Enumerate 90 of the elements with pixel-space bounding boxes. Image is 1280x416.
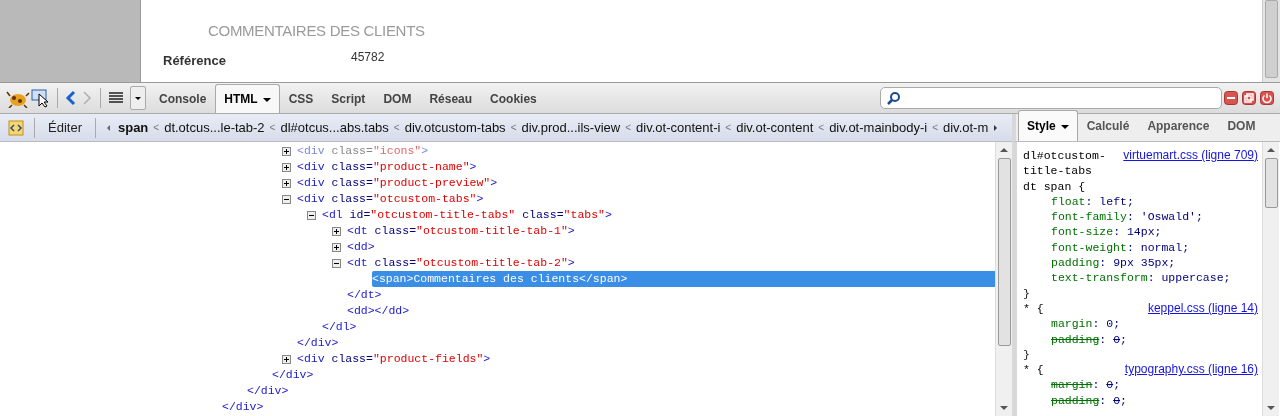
breadcrumb-item[interactable]: span [115,117,151,138]
side-panel-tab[interactable]: DOM [1218,110,1265,141]
page-scrollbar[interactable] [1262,0,1280,82]
source-link[interactable]: typography.css (ligne 16) [1124,362,1262,378]
expand-toggle[interactable] [282,146,291,156]
closing-tag: </dl> [322,319,361,335]
scroll-thumb[interactable] [1265,0,1278,78]
markup-line[interactable]: <div class="product-name"> [297,159,481,175]
css-selector: * { [1023,362,1045,378]
breadcrumb-separator: < [509,121,518,135]
markup-line[interactable]: <dt class="otcustom-title-tab-2"> [347,255,579,271]
css-property: font-family: 'Oswald'; [1050,209,1204,225]
panel-tab[interactable]: DOM [374,84,421,113]
closing-tag: </dt> [347,287,386,303]
css-property: float: left; [1050,193,1135,210]
css-property: padding: 9px 35px; [1050,255,1177,271]
source-link[interactable]: keppel.css (ligne 14) [1147,300,1262,317]
breadcrumb-item[interactable]: dt.otcus...le-tab-2 [162,117,267,138]
scroll-right-icon[interactable] [994,124,998,131]
scroll-thumb[interactable] [997,158,1011,346]
closing-tag: </div> [297,335,343,351]
side-panel-tab[interactable]: Style [1018,110,1078,141]
markup-line[interactable]: <dl id="otcustom-title-tabs" class="tabs"> [322,207,616,223]
restore-icon[interactable] [1242,91,1256,105]
expand-toggle[interactable] [282,354,291,364]
breadcrumb-separator: < [392,121,401,135]
closing-tag: </div> [247,383,293,399]
markup-line[interactable]: <div class="product-preview"> [297,175,502,191]
field-label: Référence [163,51,227,70]
minimize-icon[interactable] [1224,91,1238,105]
panel-tab[interactable]: Cookies [481,84,546,113]
markup-line[interactable]: <dd> [347,239,379,255]
css-property: margin: 0; [1050,377,1122,393]
collapse-toggle[interactable] [332,258,341,268]
css-property: font-size: 14px; [1050,224,1163,240]
search-field[interactable] [880,87,1222,109]
tree-scrollbar[interactable] [995,142,1012,416]
markup-line[interactable]: <div class="product-fields"> [297,351,495,367]
section-heading: COMMENTAIRES DES CLIENTS [208,21,426,41]
panel-tab[interactable]: Réseau [420,84,482,113]
closing-brace: } [1023,346,1031,363]
expand-toggle[interactable] [282,162,291,172]
search-icon [887,91,901,105]
power-icon[interactable] [1260,91,1274,105]
css-selector: * { [1023,300,1045,317]
scroll-left-icon[interactable] [106,124,110,131]
breadcrumb-item[interactable]: div.prod...ils-view [519,117,623,138]
edit-button[interactable]: Éditer [40,117,90,138]
panel-tab[interactable]: Console [150,84,216,113]
breadcrumb-separator: < [724,121,733,135]
field-value: 45782 [351,48,385,66]
styles-scrollbar[interactable] [1262,142,1279,416]
breadcrumb-separator: < [624,121,633,135]
markup-line[interactable]: <div class="otcustom-tabs"> [297,191,488,207]
breadcrumb-separator: < [931,121,939,135]
breadcrumb-item[interactable]: div.ot-m [941,117,991,138]
markup-line[interactable]: <dt class="otcustom-title-tab-1"> [347,223,579,239]
expand-toggle[interactable] [332,242,341,252]
breadcrumb-item[interactable]: dl#otcus...abs.tabs [278,117,391,138]
css-property: padding: 0; [1050,331,1128,347]
breadcrumb-separator: < [817,121,826,135]
closing-tag: </div> [222,399,268,415]
css-property: padding: 0; [1050,392,1128,409]
dropdown-button[interactable] [130,86,146,110]
breadcrumb-item[interactable]: div.ot-content [734,117,816,138]
panel-tab[interactable]: Script [322,84,375,113]
collapse-toggle[interactable] [282,194,291,204]
css-property: font-weight: normal; [1050,239,1191,256]
collapse-toggle[interactable] [307,210,316,220]
panel-tab[interactable]: CSS [279,84,323,113]
expand-toggle[interactable] [332,226,341,236]
closing-tag: </div> [272,367,318,383]
expand-toggle[interactable] [282,178,291,188]
css-property: text-transform: uppercase; [1050,270,1232,286]
breadcrumb-item[interactable]: div.ot-content-i [634,117,723,138]
breadcrumb-separator: < [268,121,277,135]
scroll-thumb[interactable] [1264,158,1278,208]
breadcrumb-item[interactable]: div.otcustom-tabs [402,117,508,138]
panel-tab[interactable]: HTML [215,84,280,113]
css-selector: dl#otcustom-title-tabs dt span { [1023,148,1107,194]
source-link[interactable]: virtuemart.css (ligne 709) [1123,148,1262,194]
side-panel-tab[interactable]: Apparence [1138,110,1219,141]
css-property: margin: 0; [1050,316,1122,332]
markup-line[interactable]: <dd></dd> [347,303,414,319]
side-panel-tab[interactable]: Calculé [1077,110,1139,141]
markup-line[interactable]: <div class="icons"> [297,143,433,159]
closing-brace: } [1023,285,1031,301]
breadcrumb-separator: < [152,121,161,135]
breadcrumb-item[interactable]: div.ot-mainbody-i [827,117,930,138]
html-edit-icon[interactable] [8,119,24,136]
